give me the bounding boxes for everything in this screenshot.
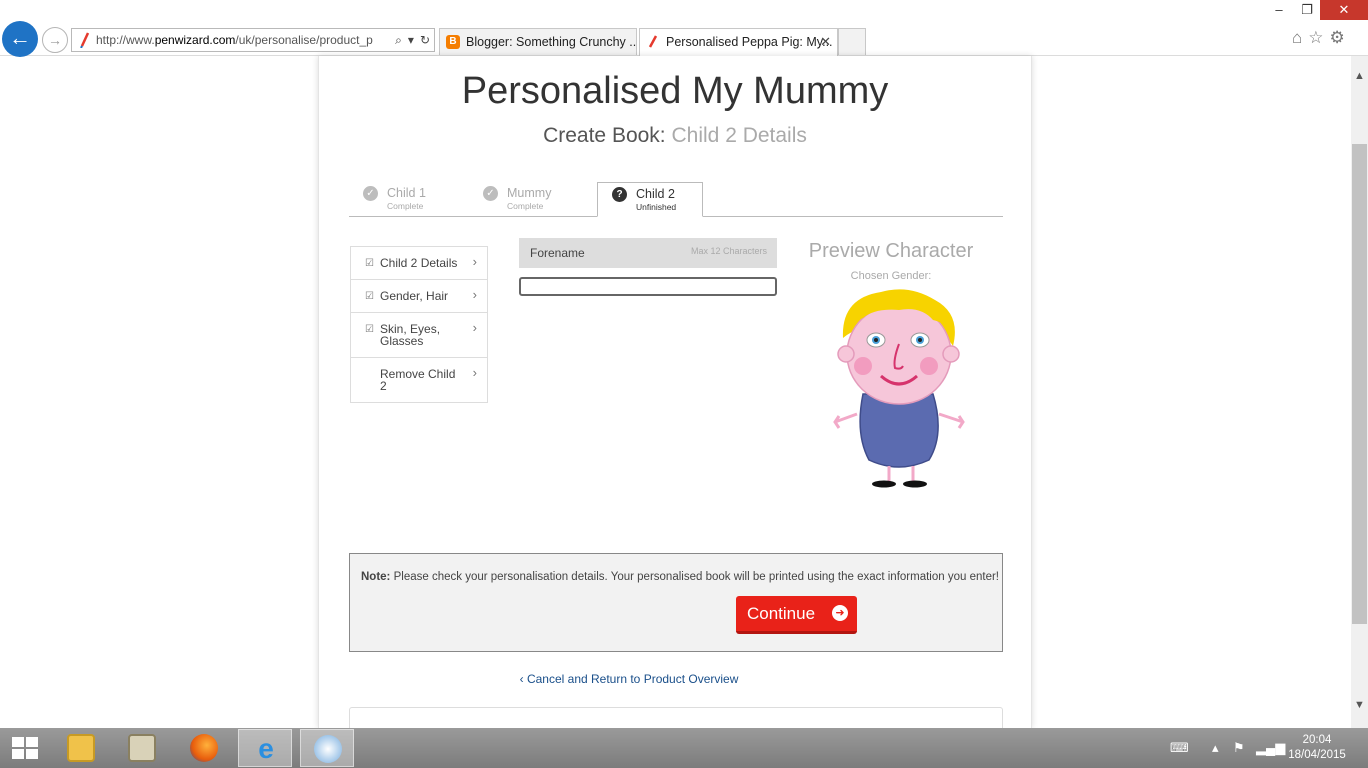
clock[interactable]: 20:04 18/04/2015 <box>1285 733 1349 763</box>
page-subtitle: Create Book: Child 2 Details <box>319 124 1031 148</box>
favorites-star-icon[interactable]: ☆ <box>1308 28 1329 47</box>
preview-title: Preview Character <box>808 240 974 262</box>
url-domain: penwizard.com <box>154 33 236 47</box>
clock-date: 18/04/2015 <box>1288 749 1346 761</box>
side-item-child-2-details[interactable]: ☑ Child 2 Details › <box>351 247 487 280</box>
forename-input[interactable] <box>519 277 777 296</box>
step-tabs: ✓ Child 1 Complete ✓ Mummy Complete ? Ch… <box>349 182 1003 217</box>
tab-child-1[interactable]: ✓ Child 1 Complete <box>349 182 469 217</box>
url-prefix: http://www. <box>96 33 155 47</box>
side-menu: ☑ Child 2 Details › ☑ Gender, Hair › ☑ S… <box>350 246 488 403</box>
internet-explorer-icon[interactable]: e <box>238 729 292 767</box>
subtitle-section: Child 2 Details <box>671 124 807 147</box>
penwizard-favicon-icon <box>80 32 90 48</box>
note-box: Note: Please check your personalisation … <box>349 553 1003 652</box>
product-page: Personalised My Mummy Create Book: Child… <box>318 56 1032 728</box>
new-tab-button[interactable] <box>838 28 866 55</box>
gear-icon[interactable]: ⚙ <box>1330 28 1351 47</box>
step-name: Child 2 <box>636 187 675 201</box>
bottom-panel <box>349 707 1003 728</box>
search-icon[interactable]: ⌕ <box>395 33 402 47</box>
preview-gender-label: Chosen Gender: <box>850 270 932 282</box>
checkbox-icon: ☑ <box>365 258 374 269</box>
chevron-right-icon: › <box>472 365 477 380</box>
checkbox-icon: ☑ <box>365 324 374 335</box>
step-name: Child 1 <box>387 186 426 200</box>
app-icon[interactable] <box>115 729 169 767</box>
penwizard-favicon-icon <box>648 35 658 48</box>
home-icon[interactable]: ⌂ <box>1292 28 1308 47</box>
url-path: /uk/personalise/product_p <box>235 33 373 47</box>
chevron-up-icon[interactable]: ▴ <box>1212 740 1219 756</box>
window-close-icon[interactable]: ✕ <box>1320 0 1368 20</box>
scroll-thumb[interactable] <box>1352 144 1367 624</box>
tab-child-2[interactable]: ? Child 2 Unfinished <box>597 182 703 217</box>
refresh-icon[interactable]: ↻ <box>420 33 430 47</box>
paint-icon[interactable] <box>300 729 354 767</box>
preview-character-image <box>833 289 965 488</box>
arrow-right-circle-icon: ➜ <box>832 605 848 621</box>
windows-taskbar: e ⌨ ▴ ⚑ ▂▄▆ 20:04 18/04/2015 <box>0 728 1368 768</box>
tab-label: Personalised Peppa Pig: My... <box>666 35 833 49</box>
forename-label: Forename Max 12 Characters <box>519 238 777 268</box>
browser-chrome: ← → http://www.penwizard.com/uk/personal… <box>0 0 1368 57</box>
address-bar[interactable]: http://www.penwizard.com/uk/personalise/… <box>71 28 435 52</box>
clock-time: 20:04 <box>1302 734 1332 746</box>
chevron-left-icon: ‹ <box>519 672 524 686</box>
tab-blogger[interactable]: B Blogger: Something Crunchy ... <box>439 28 637 55</box>
side-item-gender-hair[interactable]: ☑ Gender, Hair › <box>351 280 487 313</box>
note-label: Note: <box>361 571 391 583</box>
restore-icon[interactable]: ❐ <box>1294 0 1320 20</box>
chevron-right-icon: › <box>472 254 477 269</box>
blogger-icon: B <box>446 35 460 49</box>
tab-label: Blogger: Something Crunchy ... <box>466 35 637 49</box>
tab-penwizard[interactable]: Personalised Peppa Pig: My... ✕ <box>639 28 838 56</box>
forename-hint: Max 12 Characters <box>690 246 767 256</box>
tab-mummy[interactable]: ✓ Mummy Complete <box>469 182 589 217</box>
subtitle-prefix: Create Book: <box>543 124 666 147</box>
minimize-icon[interactable]: – <box>1266 0 1292 20</box>
step-state: Complete <box>387 201 424 211</box>
chevron-right-icon: › <box>472 287 477 302</box>
continue-button[interactable]: Continue ➜ <box>736 596 857 634</box>
firefox-icon[interactable] <box>177 729 231 767</box>
forward-arrow-icon[interactable]: → <box>42 27 68 53</box>
cancel-link-label: Cancel and Return to Product Overview <box>526 672 739 686</box>
page-scrollbar[interactable]: ▲ ▼ <box>1351 56 1368 728</box>
side-item-label: Child 2 Details <box>380 256 458 270</box>
back-arrow-icon[interactable]: ← <box>2 21 38 57</box>
side-item-remove-child-2[interactable]: Remove Child 2 › <box>351 358 487 402</box>
windows-start-icon[interactable] <box>12 737 38 759</box>
signal-icon[interactable]: ▂▄▆ <box>1256 740 1285 756</box>
step-state: Complete <box>507 201 544 211</box>
note-text: Note: Please check your personalisation … <box>361 571 999 583</box>
side-item-label: Gender, Hair <box>380 289 449 303</box>
dropdown-icon[interactable]: ▾ <box>408 33 414 47</box>
scroll-down-icon[interactable]: ▼ <box>1351 697 1368 714</box>
close-icon[interactable]: ✕ <box>820 29 831 55</box>
address-tools: ⌕ ▾ ↻ <box>385 29 430 51</box>
checkmark-icon: ✓ <box>483 186 498 201</box>
file-explorer-icon[interactable] <box>54 729 108 767</box>
side-item-skin-eyes-glasses[interactable]: ☑ Skin, Eyes, Glasses › <box>351 313 487 358</box>
side-item-label: Skin, Eyes, Glasses <box>380 322 441 348</box>
step-name: Mummy <box>507 186 552 200</box>
checkmark-icon: ✓ <box>363 186 378 201</box>
note-message: Please check your personalisation detail… <box>393 571 999 583</box>
page-title: Personalised My Mummy <box>461 70 889 112</box>
question-icon: ? <box>612 187 627 202</box>
forename-label-text: Forename <box>530 246 585 260</box>
checkbox-icon: ☑ <box>365 291 374 302</box>
chrome-toolbar: ⌂☆⚙ <box>1292 28 1351 48</box>
scroll-up-icon[interactable]: ▲ <box>1351 68 1368 85</box>
cancel-return-link[interactable]: ‹ Cancel and Return to Product Overview <box>319 672 939 686</box>
continue-label: Continue <box>747 604 816 623</box>
flag-icon[interactable]: ⚑ <box>1233 740 1245 756</box>
step-state: Unfinished <box>636 202 677 212</box>
chevron-right-icon: › <box>472 320 477 335</box>
side-item-label: Remove Child 2 <box>380 367 456 393</box>
keyboard-icon[interactable]: ⌨ <box>1170 740 1189 756</box>
